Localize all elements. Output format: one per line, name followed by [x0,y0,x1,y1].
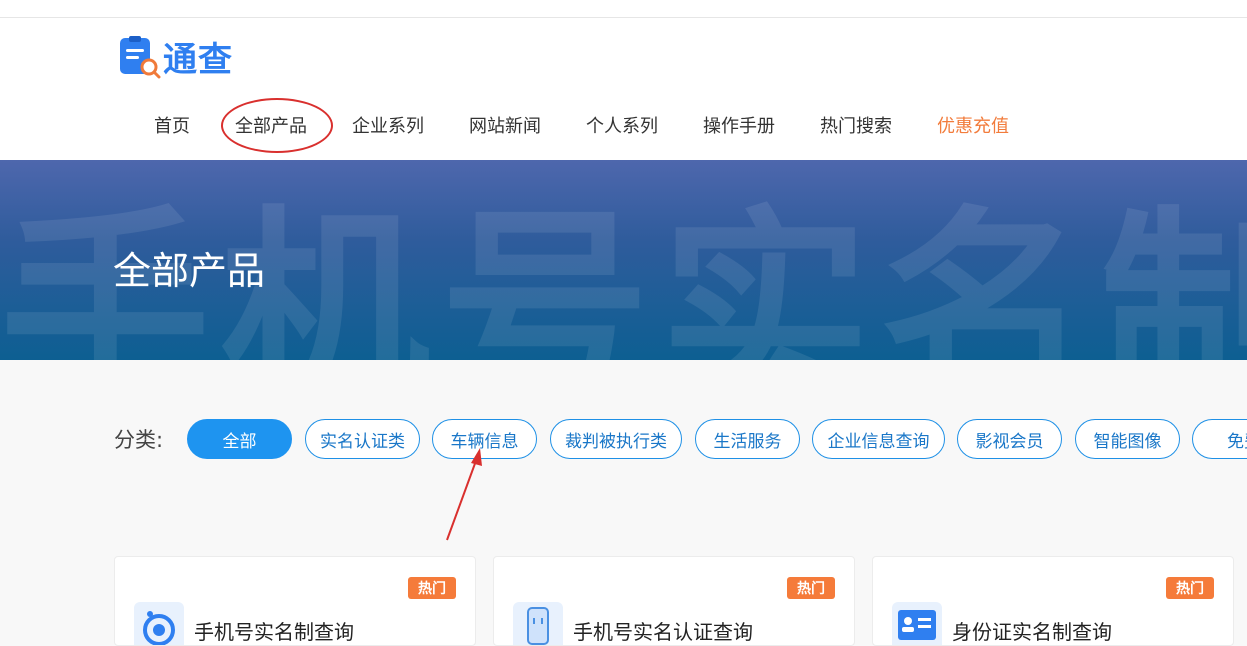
page-banner: 手机号实名制 全部产品 [0,160,1247,360]
site-header: 通查 首页 全部产品 企业系列 网站新闻 个人系列 操作手册 热门搜索 优惠充值 [0,18,1247,160]
nav-site-news[interactable]: 网站新闻 [469,112,541,138]
category-filter: 分类: 全部 实名认证类 车辆信息 裁判被执行类 生活服务 企业信息查询 影视会… [114,419,1247,459]
product-card[interactable]: 热门 手机号实名认证查询 [493,556,855,646]
chip-enterprise-info[interactable]: 企业信息查询 [812,419,945,459]
nav-hot-search[interactable]: 热门搜索 [820,112,892,138]
annotation-circle [221,98,333,153]
nav-enterprise-series[interactable]: 企业系列 [352,112,424,138]
chip-free[interactable]: 免费 [1192,419,1247,459]
nav-manual[interactable]: 操作手册 [703,112,775,138]
chip-realname[interactable]: 实名认证类 [305,419,420,459]
hot-badge: 热门 [408,577,456,599]
product-card[interactable]: 热门 身份证实名制查询 [872,556,1234,646]
chip-smart-image[interactable]: 智能图像 [1075,419,1180,459]
logo[interactable]: 通查 [117,32,233,81]
product-card[interactable]: 热门 手机号实名制查询 [114,556,476,646]
nav-personal-series[interactable]: 个人系列 [586,112,658,138]
page-title: 全部产品 [113,249,266,293]
nav-home[interactable]: 首页 [154,112,190,138]
chip-judgment[interactable]: 裁判被执行类 [550,419,682,459]
brand-name: 通查 [163,40,233,80]
chip-video-member[interactable]: 影视会员 [957,419,1062,459]
nav-recharge[interactable]: 优惠充值 [937,112,1009,138]
clipboard-search-icon [117,35,161,79]
phone-verify-icon [513,602,563,645]
id-card-icon [892,602,942,645]
chip-life-service[interactable]: 生活服务 [695,419,800,459]
chip-all[interactable]: 全部 [187,419,292,459]
hot-badge: 热门 [787,577,835,599]
phone-realname-icon [134,602,184,645]
chip-vehicle[interactable]: 车辆信息 [432,419,537,459]
hot-badge: 热门 [1166,577,1214,599]
top-strip [0,0,1247,18]
filter-label: 分类: [114,428,164,452]
